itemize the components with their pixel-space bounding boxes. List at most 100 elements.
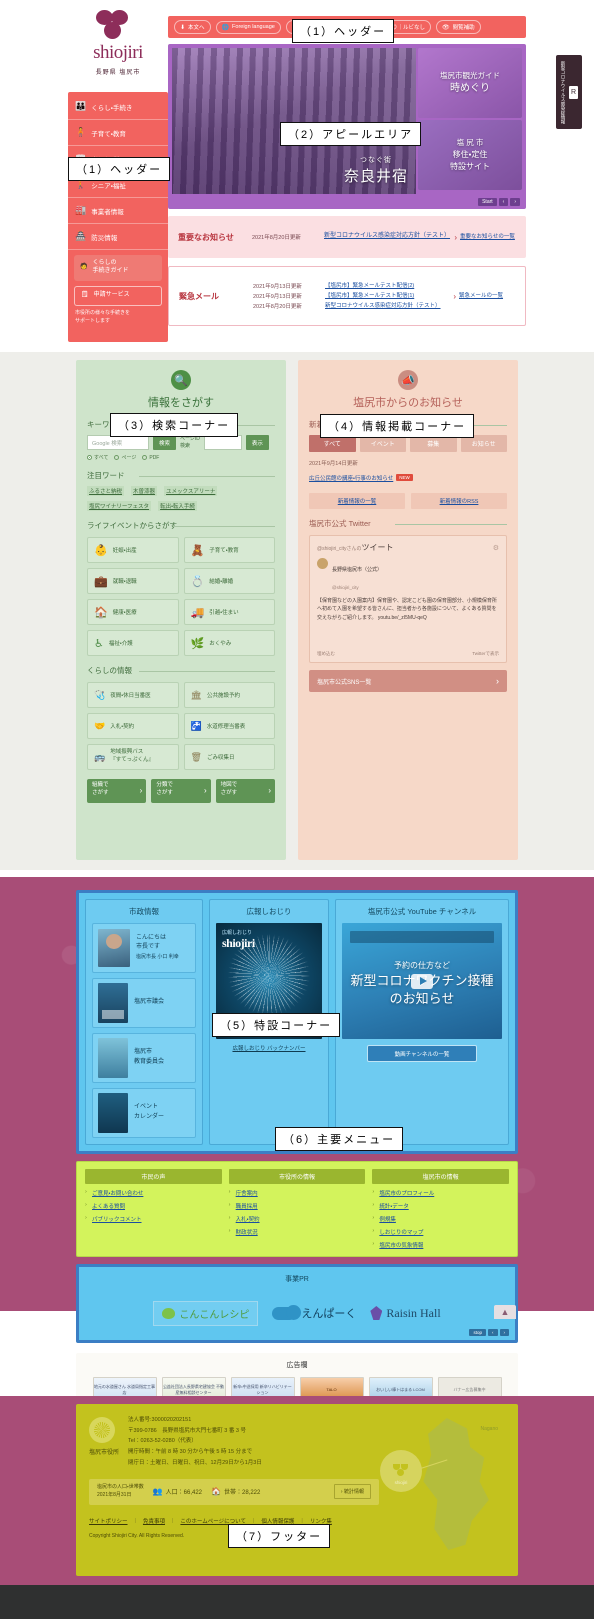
- important-notice-link[interactable]: 新型コロナウイルス感染症対応方針（テスト）: [324, 232, 451, 242]
- footer-link-site-policy[interactable]: サイトポリシー: [89, 1517, 128, 1525]
- hot-word-link[interactable]: 木曽漆器: [131, 486, 158, 496]
- sidebar-form-service-button[interactable]: 🗒 申請サービス: [74, 286, 162, 306]
- site-logo[interactable]: shiojiri 長野県 塩尻市: [68, 8, 168, 86]
- population-count: 👥 人口：66,422: [152, 1487, 203, 1497]
- list-item[interactable]: 2021年9月13日更新 【塩尻市】緊急メールテスト配信(2): [253, 282, 450, 290]
- living-info-item[interactable]: 🏛 公共施設予約: [183, 682, 275, 708]
- living-info-item[interactable]: 🗑 ごみ収集日: [183, 744, 275, 770]
- life-event-item[interactable]: 💍 結婚・離婚: [183, 568, 275, 594]
- life-event-item[interactable]: 💼 就職・退職: [87, 568, 179, 594]
- util-foreign-language[interactable]: 🌐 Foreign language: [215, 20, 281, 34]
- back-to-top-button[interactable]: ▲: [494, 1305, 516, 1319]
- tweet-view-link[interactable]: Twitterで表示: [472, 651, 499, 657]
- emergency-mail-more-link[interactable]: 緊急メールの一覧: [459, 292, 515, 300]
- city-info-item-education[interactable]: 塩尻市 教育委員会: [92, 1033, 196, 1083]
- ring-icon: 💍: [190, 575, 205, 588]
- menu-link[interactable]: しおじりのマップ: [372, 1228, 509, 1236]
- page-root: shiojiri 長野県 塩尻市 ⬇ 本文へ 🌐 Foreign language …: [0, 0, 594, 1619]
- hero-main-image[interactable]: つなぐ街 奈良井宿: [172, 48, 416, 194]
- hot-word-link[interactable]: 塩尻ワイナリーフェスタ: [87, 501, 152, 511]
- sidebar-item-disaster[interactable]: 🏯 防災情報: [68, 224, 168, 250]
- news-rss-link[interactable]: 新着情報のRSS: [411, 493, 507, 509]
- menu-link[interactable]: ご意見・お問い合わせ: [85, 1189, 222, 1197]
- hero-card-migration[interactable]: 塩 尻 市 移住・定住 特設サイト: [418, 120, 522, 190]
- logo-raisin-hall[interactable]: Raisin Hall: [370, 1306, 441, 1321]
- radio-all[interactable]: すべて: [87, 454, 108, 461]
- search-by-map-button[interactable]: 地図で さがす: [215, 779, 275, 803]
- menu-link[interactable]: 塩尻市のプロフィール: [372, 1189, 509, 1197]
- slider-controls[interactable]: Start ‹ ›: [478, 198, 520, 206]
- menu-link[interactable]: よくある質問: [85, 1202, 222, 1210]
- statistics-button[interactable]: › 統計情報: [333, 1484, 371, 1500]
- tweet-embed-link[interactable]: 埋め込む: [317, 651, 335, 657]
- radio-page[interactable]: ページ: [114, 454, 136, 461]
- sns-list-button[interactable]: 塩尻市公式SNS一覧: [309, 670, 507, 692]
- list-item[interactable]: 2021年8月20日更新 新型コロナウイルス感染症対応方針（テスト）: [253, 302, 450, 310]
- util-reading-aid[interactable]: 👁 閲覧補助: [436, 20, 481, 34]
- menu-link[interactable]: 職員採用: [229, 1202, 366, 1210]
- util-skip-to-content[interactable]: ⬇ 本文へ: [174, 20, 211, 34]
- life-event-item[interactable]: 🏠 健康・医療: [87, 599, 179, 625]
- news-list-link[interactable]: 新着情報の一覧: [309, 493, 405, 509]
- sidebar-item-business[interactable]: 🏭 事業者情報: [68, 198, 168, 224]
- menu-link[interactable]: 統計・データ: [372, 1202, 509, 1210]
- news-item-link[interactable]: 広丘公民館の講座・行事のお知らせ: [309, 474, 393, 482]
- living-info-item[interactable]: 🤝 入札・契約: [87, 713, 179, 739]
- hot-word-link[interactable]: ユメックスアリーナ: [164, 486, 218, 496]
- search-by-category-button[interactable]: 分類で さがす: [151, 779, 211, 803]
- life-event-item[interactable]: 👶 妊娠・出産: [87, 537, 179, 563]
- tweet-author[interactable]: 長野県塩尻市（公式） @shiojiri_city: [317, 558, 499, 594]
- hot-word-link[interactable]: 転出・転入手続: [158, 501, 197, 511]
- slider-start-button[interactable]: Start: [478, 198, 497, 206]
- menu-link[interactable]: 例規集: [372, 1215, 509, 1223]
- menu-column-head: 市役所の情報: [228, 1169, 366, 1184]
- youtube-channel-list-button[interactable]: 動画チャンネルの一覧: [367, 1045, 477, 1062]
- twitter-settings-icon[interactable]: ⚙: [493, 544, 499, 552]
- city-info-item-calendar[interactable]: イベント カレンダー: [92, 1088, 196, 1138]
- logo-konkon-recipe[interactable]: こんこんレシピ: [153, 1300, 259, 1326]
- menu-link[interactable]: 庁舎案内: [229, 1189, 366, 1197]
- city-info-item-assembly[interactable]: 塩尻市議会: [92, 978, 196, 1028]
- youtube-thumbnail[interactable]: 予約の仕方など 新型コロナワクチン接種 のお知らせ: [342, 923, 502, 1039]
- sidebar-item-childcare[interactable]: 🧍 子育て・教育: [68, 120, 168, 146]
- hot-word-link[interactable]: ふるさと納税: [87, 486, 125, 496]
- life-event-item[interactable]: 🧸 子育て・教育: [183, 537, 275, 563]
- pageid-input[interactable]: [203, 435, 242, 450]
- living-info-item[interactable]: 🚰 水道修理当番表: [183, 713, 275, 739]
- city-info-item-mayor[interactable]: こんにちは 市長です 塩尻市長 小口 利幸: [92, 923, 196, 973]
- list-item[interactable]: 2021年9月13日更新 【塩尻市】緊急メールテスト配信(1): [253, 292, 450, 300]
- pr-prev-button[interactable]: ‹: [488, 1329, 498, 1336]
- menu-link[interactable]: 入札・契約: [229, 1215, 366, 1223]
- important-notice-more-link[interactable]: 重要なお知らせの一覧: [460, 233, 516, 241]
- menu-link[interactable]: 塩尻市の気象情報: [372, 1241, 509, 1249]
- life-event-item[interactable]: 🌿 おくやみ: [183, 630, 275, 656]
- search-by-org-button[interactable]: 組織で さがす: [87, 779, 147, 803]
- news-item[interactable]: 広丘公民館の講座・行事のお知らせ NEW: [309, 467, 507, 485]
- life-event-item[interactable]: ♿ 福祉・介護: [87, 630, 179, 656]
- menu-link[interactable]: 財政状況: [229, 1228, 366, 1236]
- sidebar-guide-button[interactable]: 🧑 くらしの 手続きガイド: [74, 255, 162, 281]
- pr-stop-button[interactable]: stop: [469, 1329, 486, 1336]
- search-input[interactable]: Google 検索: [87, 435, 149, 450]
- menu-link[interactable]: パブリックコメント: [85, 1215, 222, 1223]
- pageid-display-button[interactable]: 表示: [245, 435, 269, 450]
- slider-next-button[interactable]: ›: [510, 198, 520, 206]
- radio-pdf[interactable]: PDF: [142, 455, 159, 461]
- kouhou-backnumber-link[interactable]: 広報しおじり バックナンバー: [216, 1044, 322, 1052]
- life-event-item[interactable]: 🚚 引越・住まい: [183, 599, 275, 625]
- important-notice-title: 重要なお知らせ: [178, 232, 234, 242]
- living-info-item[interactable]: 🚌 地域振興バス 『すてっぷくん』: [87, 744, 179, 770]
- slider-prev-button[interactable]: ‹: [498, 198, 509, 206]
- search-button[interactable]: 検索: [153, 435, 177, 450]
- pr-next-button[interactable]: ›: [499, 1329, 509, 1336]
- hero-card-tourism[interactable]: 塩尻市観光ガイド 時めぐり: [418, 48, 522, 118]
- sidebar-item-living[interactable]: 👪 くらし・手続き: [68, 94, 168, 120]
- pr-slider-controls[interactable]: stop ‹ ›: [469, 1329, 509, 1336]
- living-info-item[interactable]: 🩺 夜間・休日当番医: [87, 682, 179, 708]
- logo-enpark[interactable]: えんぱーく: [272, 1304, 356, 1321]
- footer-link-disclaimer[interactable]: 免責事項: [143, 1517, 165, 1525]
- side-banner-covid[interactable]: R 新型コロナウイルス感染症情報: [556, 55, 582, 129]
- megaphone-icon: 📣: [398, 370, 418, 390]
- play-icon[interactable]: [411, 973, 433, 989]
- twitter-widget[interactable]: @shiojiri_cityさんのツイート ⚙ 長野県塩尻市（公式） @shio…: [309, 535, 507, 663]
